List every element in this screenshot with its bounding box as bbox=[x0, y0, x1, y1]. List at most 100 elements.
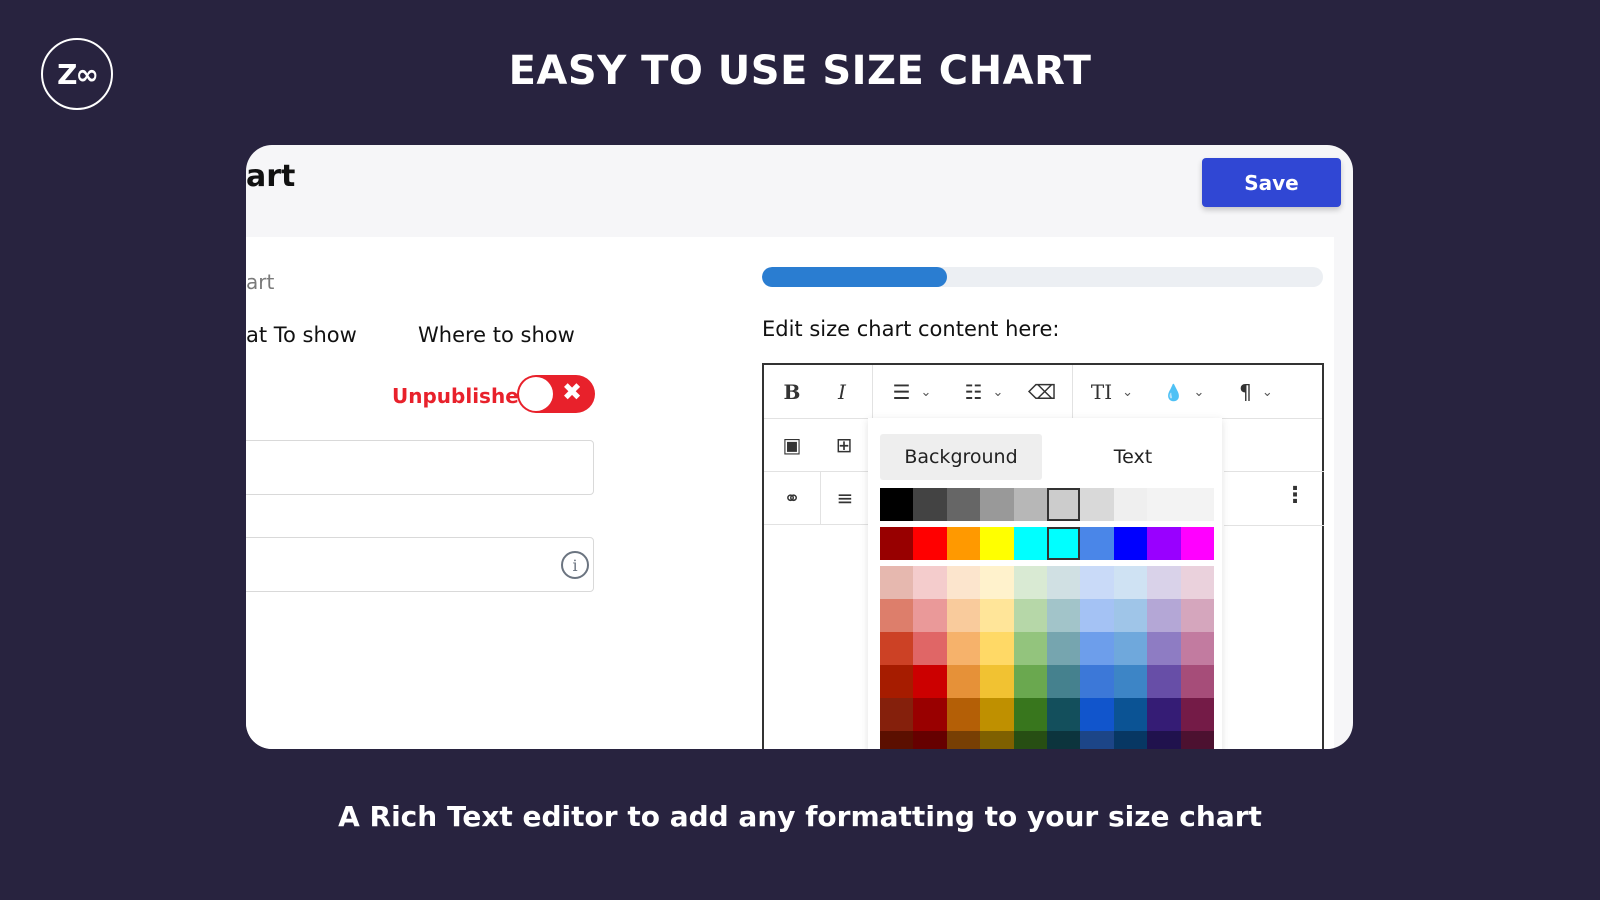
color-swatch[interactable] bbox=[946, 698, 981, 731]
text-size-button[interactable]: TI ⌄ bbox=[1082, 365, 1142, 419]
color-swatch[interactable] bbox=[1180, 527, 1214, 560]
insert-image-button[interactable]: ▣ bbox=[768, 419, 816, 471]
color-swatch[interactable] bbox=[1046, 488, 1081, 521]
save-button[interactable]: Save bbox=[1202, 158, 1341, 207]
color-swatch[interactable] bbox=[946, 488, 981, 521]
clear-format-button[interactable]: ⌫ bbox=[1022, 365, 1062, 419]
color-swatch[interactable] bbox=[1180, 599, 1214, 632]
color-swatch[interactable] bbox=[913, 599, 947, 632]
color-swatch[interactable] bbox=[1080, 731, 1114, 749]
color-swatch[interactable] bbox=[1013, 665, 1047, 698]
color-swatch[interactable] bbox=[980, 731, 1014, 749]
align-button[interactable]: ≡ bbox=[822, 471, 868, 525]
color-swatch[interactable] bbox=[1147, 665, 1181, 698]
color-swatch[interactable] bbox=[1080, 527, 1114, 560]
color-swatch[interactable] bbox=[1046, 527, 1081, 560]
color-swatch[interactable] bbox=[1013, 632, 1047, 665]
color-swatch[interactable] bbox=[1080, 599, 1114, 632]
color-swatch[interactable] bbox=[1180, 488, 1214, 521]
color-swatch[interactable] bbox=[1180, 566, 1214, 599]
bold-button[interactable]: B bbox=[772, 365, 812, 419]
color-swatch[interactable] bbox=[1113, 599, 1148, 632]
color-swatch[interactable] bbox=[1013, 566, 1047, 599]
color-swatch[interactable] bbox=[980, 599, 1014, 632]
color-swatch[interactable] bbox=[1080, 566, 1114, 599]
tab-what-to-show[interactable]: at To show bbox=[246, 323, 357, 347]
color-swatch[interactable] bbox=[1180, 698, 1214, 731]
color-swatch[interactable] bbox=[880, 731, 914, 749]
color-swatch[interactable] bbox=[1046, 599, 1081, 632]
numbered-list-button[interactable]: ☷ ⌄ bbox=[954, 365, 1014, 419]
color-swatch[interactable] bbox=[1147, 632, 1181, 665]
color-swatch[interactable] bbox=[1113, 527, 1148, 560]
color-swatch[interactable] bbox=[1180, 731, 1214, 749]
color-swatch[interactable] bbox=[1046, 566, 1081, 599]
color-swatch[interactable] bbox=[946, 665, 981, 698]
info-icon[interactable]: i bbox=[561, 551, 589, 579]
color-swatch[interactable] bbox=[880, 527, 914, 560]
color-swatch[interactable] bbox=[946, 632, 981, 665]
color-swatch[interactable] bbox=[980, 488, 1014, 521]
color-swatch[interactable] bbox=[980, 527, 1014, 560]
color-swatch[interactable] bbox=[1080, 698, 1114, 731]
color-swatch[interactable] bbox=[880, 566, 914, 599]
color-swatch[interactable] bbox=[1113, 566, 1148, 599]
color-swatch[interactable] bbox=[1147, 527, 1181, 560]
color-swatch[interactable] bbox=[1113, 632, 1148, 665]
color-swatch[interactable] bbox=[1013, 731, 1047, 749]
color-swatch[interactable] bbox=[1013, 488, 1047, 521]
bullet-list-button[interactable]: ☰ ⌄ bbox=[882, 365, 942, 419]
secondary-input[interactable]: i bbox=[246, 537, 594, 592]
color-swatch[interactable] bbox=[913, 731, 947, 749]
paragraph-button[interactable]: ¶ ⌄ bbox=[1226, 365, 1286, 419]
color-swatch[interactable] bbox=[1113, 488, 1148, 521]
color-swatch[interactable] bbox=[1046, 632, 1081, 665]
more-options-icon[interactable]: ⋮ bbox=[1284, 483, 1306, 508]
insert-table-button[interactable]: ⊞ bbox=[820, 419, 868, 471]
color-swatch[interactable] bbox=[1147, 566, 1181, 599]
color-swatch[interactable] bbox=[880, 599, 914, 632]
color-swatch[interactable] bbox=[913, 665, 947, 698]
color-swatch[interactable] bbox=[880, 665, 914, 698]
color-button[interactable]: 💧 ⌄ bbox=[1154, 365, 1214, 419]
color-swatch[interactable] bbox=[880, 488, 914, 521]
color-swatch[interactable] bbox=[1046, 731, 1081, 749]
tab-text[interactable]: Text bbox=[1058, 434, 1208, 480]
color-swatch[interactable] bbox=[880, 698, 914, 731]
color-swatch[interactable] bbox=[980, 665, 1014, 698]
color-swatch[interactable] bbox=[946, 527, 981, 560]
tab-background[interactable]: Background bbox=[880, 434, 1042, 480]
color-swatch[interactable] bbox=[1046, 665, 1081, 698]
color-swatch[interactable] bbox=[946, 599, 981, 632]
color-swatch[interactable] bbox=[1180, 632, 1214, 665]
color-swatch[interactable] bbox=[880, 632, 914, 665]
color-swatch[interactable] bbox=[1147, 488, 1181, 521]
color-swatch[interactable] bbox=[913, 527, 947, 560]
color-swatch[interactable] bbox=[1013, 599, 1047, 632]
color-swatch[interactable] bbox=[946, 566, 981, 599]
color-swatch[interactable] bbox=[913, 488, 947, 521]
color-swatch[interactable] bbox=[1080, 488, 1114, 521]
color-swatch[interactable] bbox=[1147, 599, 1181, 632]
color-swatch[interactable] bbox=[1080, 665, 1114, 698]
tab-where-to-show[interactable]: Where to show bbox=[418, 323, 575, 347]
italic-button[interactable]: I bbox=[822, 365, 862, 419]
rich-text-editor[interactable]: B I ☰ ⌄ ☷ ⌄ ⌫ TI ⌄ 💧 ⌄ ¶ ⌄ ▣ ⊞ ⚭ ≡ ⋮ Bac… bbox=[762, 363, 1324, 749]
color-swatch[interactable] bbox=[913, 632, 947, 665]
color-swatch[interactable] bbox=[980, 632, 1014, 665]
color-swatch[interactable] bbox=[913, 698, 947, 731]
color-swatch[interactable] bbox=[1113, 665, 1148, 698]
color-swatch[interactable] bbox=[1147, 698, 1181, 731]
color-swatch[interactable] bbox=[1080, 632, 1114, 665]
color-swatch[interactable] bbox=[1013, 527, 1047, 560]
name-input[interactable] bbox=[246, 440, 594, 495]
publish-toggle[interactable]: ✖ bbox=[517, 375, 595, 413]
color-swatch[interactable] bbox=[980, 698, 1014, 731]
color-swatch[interactable] bbox=[1046, 698, 1081, 731]
color-swatch[interactable] bbox=[913, 566, 947, 599]
color-swatch[interactable] bbox=[1180, 665, 1214, 698]
color-swatch[interactable] bbox=[980, 566, 1014, 599]
color-swatch[interactable] bbox=[946, 731, 981, 749]
color-swatch[interactable] bbox=[1113, 731, 1148, 749]
insert-link-button[interactable]: ⚭ bbox=[768, 471, 816, 525]
